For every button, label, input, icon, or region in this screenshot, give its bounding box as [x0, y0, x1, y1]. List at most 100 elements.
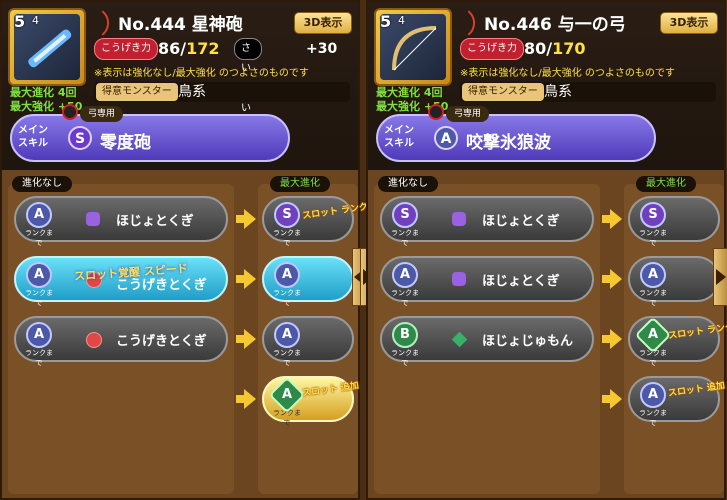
arrow-right-icon — [602, 389, 622, 409]
spell-icon — [451, 331, 468, 348]
skill-slot[interactable]: A ランクまで スロット覚醒 スピード こうげきとくぎ — [14, 256, 228, 307]
rank-a-icon: A — [26, 202, 52, 228]
attack-label: こうげき力 — [460, 38, 524, 60]
slot-rank: B ランクまで — [388, 322, 422, 367]
favorite-monster: 得意モンスター 鳥系 — [460, 82, 716, 102]
rank-a-icon: A — [640, 382, 666, 408]
max-evo-slot[interactable]: A ランクまで — [262, 256, 354, 307]
slot-rank: A ランクまで — [636, 382, 670, 427]
max-evo-slot[interactable]: A ランクまで スロット ランクアップ — [628, 316, 727, 367]
rank-sub: ランクまで — [25, 349, 53, 367]
skill-slot[interactable]: A ランクまで こうげきとくぎ — [14, 316, 228, 367]
ban-icon — [62, 104, 78, 120]
arrow-right-icon — [236, 269, 256, 289]
rank-a-icon: A — [26, 262, 52, 288]
slot-rank: A ランクまで — [22, 262, 56, 307]
max-evo-slot[interactable]: A ランクまで スロット 追加 — [628, 376, 726, 427]
weapon-panel-right: 5 4 最大進化 4回 最大強化 +50 No.446 与一の弓 3D表示 こう… — [366, 0, 727, 500]
attack-base: 86/ — [158, 39, 187, 58]
rank-letter: A — [281, 387, 293, 402]
bow-icon — [456, 10, 482, 36]
weapon-title-text: No.446 与一の弓 — [484, 15, 626, 35]
skill-slot[interactable]: S ランクまで ほじょとくぎ — [380, 196, 594, 247]
arrow-right-icon — [236, 329, 256, 349]
rank-sub: ランクまで — [273, 409, 301, 427]
col-no-evo: 進化なし — [12, 176, 72, 192]
slot-rank: A ランクまで — [270, 262, 304, 307]
weapon-header: 5 4 最大進化 4回 最大強化 +50 No.446 与一の弓 3D表示 こう… — [368, 2, 724, 170]
attack-max: 172 — [186, 39, 220, 58]
slot-rank: S ランクまで — [388, 202, 422, 247]
max-evo-slot[interactable]: A ランクまで — [262, 316, 354, 367]
max-evo-slot[interactable]: A ランクまで スロット 追加 — [262, 376, 360, 427]
slot-rank: A ランクまで — [634, 316, 672, 367]
rank-sub: ランクまで — [639, 289, 667, 307]
3d-view-button[interactable]: 3D表示 — [660, 12, 718, 34]
slot-label: ほじょじゅもん — [482, 334, 574, 349]
exclusive-tag: 弓専用 — [80, 106, 124, 122]
col-max-evo: 最大進化 — [636, 176, 696, 192]
max-evolution: 最大進化 4回 — [376, 86, 443, 99]
exclusive-tag: 弓専用 — [446, 106, 490, 122]
main-skill-name: 零度砲 — [100, 133, 151, 153]
max-evo-slot[interactable]: S ランクまで — [628, 196, 720, 247]
weapon-icon[interactable]: 5 4 — [8, 8, 86, 86]
weapon-title-text: No.444 星神砲 — [118, 15, 243, 35]
main-skill-label: メイン スキル — [18, 125, 48, 149]
rank-a-icon: A — [392, 262, 418, 288]
attack-value: 86/172 — [158, 38, 220, 60]
main-skill-label: メイン スキル — [384, 125, 414, 149]
rank-sub: ランクまで — [273, 349, 301, 367]
skill-slot[interactable]: A ランクまで ほじょとくぎ — [380, 256, 594, 307]
rank-sub: ランクまで — [639, 349, 667, 367]
rank-a-icon: A — [640, 262, 666, 288]
rank-s-icon: S — [274, 202, 300, 228]
main-skill[interactable]: メイン スキル S 零度砲 — [10, 114, 290, 162]
col-no-evo: 進化なし — [378, 176, 438, 192]
rank-sub: ランクまで — [391, 229, 419, 247]
slot-label: こうげきとくぎ — [116, 334, 207, 349]
slot-section: 進化なし 最大進化 S ランクまで ほじょとくぎ A ランクまで ほじょとくぎ Bラ… — [368, 172, 727, 500]
rank-sub: ランクまで — [273, 229, 301, 247]
rank-s-icon: S — [392, 202, 418, 228]
main-skill[interactable]: メイン スキル A 咬撃氷狼波 — [376, 114, 656, 162]
rarity-rank: 5 — [14, 12, 26, 31]
rank-sub: ランクまで — [391, 289, 419, 307]
rank-sub: ランクまで — [639, 229, 667, 247]
favorite-monster-label: 得意モンスター — [462, 83, 544, 101]
bow-icon — [90, 10, 116, 36]
slot-rank: S ランクまで — [636, 202, 670, 247]
weapon-title: No.446 与一の弓 — [456, 10, 626, 36]
support-icon — [452, 272, 466, 286]
3d-view-button[interactable]: 3D表示 — [294, 12, 352, 34]
stat-note: ※表示は強化なし/最大強化 のつよさのものです — [460, 68, 675, 79]
slot-add-badge: スロット 追加 — [301, 381, 360, 399]
slot-rank: A ランクまで — [22, 202, 56, 247]
slot-rank: A ランクまで — [268, 376, 306, 427]
slot-rank: S ランクまで — [270, 202, 304, 247]
slot-label: ほじょとくぎ — [482, 214, 560, 229]
hp-value: +30 — [306, 41, 338, 57]
star-level: 4 — [398, 14, 405, 27]
max-evo-slot[interactable]: S ランクまで スロット ランクアップ — [262, 196, 395, 247]
support-icon — [452, 212, 466, 226]
arrow-right-icon — [236, 389, 256, 409]
arrow-right-icon — [236, 209, 256, 229]
rank-sub: ランクまで — [639, 409, 667, 427]
weapon-icon[interactable]: 5 4 — [374, 8, 452, 86]
attack-base: 80/ — [524, 39, 553, 58]
attack-icon — [86, 332, 102, 348]
rank-sub: ランクまで — [273, 289, 301, 307]
skill-slot[interactable]: B ランクまで ほじょじゅもん — [380, 316, 594, 367]
rank-sub: ランクまで — [25, 289, 53, 307]
attack-value: 80/170 — [524, 38, 586, 60]
skill-slot[interactable]: A ランクまで ほじょとくぎ — [14, 196, 228, 247]
max-evolution: 最大進化 4回 — [10, 86, 77, 99]
weapon-panel-left: 5 4 最大進化 4回 最大強化 +50 No.444 星神砲 3D表示 こうげ… — [0, 0, 395, 500]
next-page-tab[interactable] — [713, 248, 727, 306]
main-skill-rank: S — [68, 126, 92, 150]
max-evo-slot[interactable]: A ランクまで — [628, 256, 720, 307]
ban-icon — [428, 104, 444, 120]
attack-max: 170 — [552, 39, 586, 58]
slot-add-badge: スロット 追加 — [667, 381, 726, 399]
